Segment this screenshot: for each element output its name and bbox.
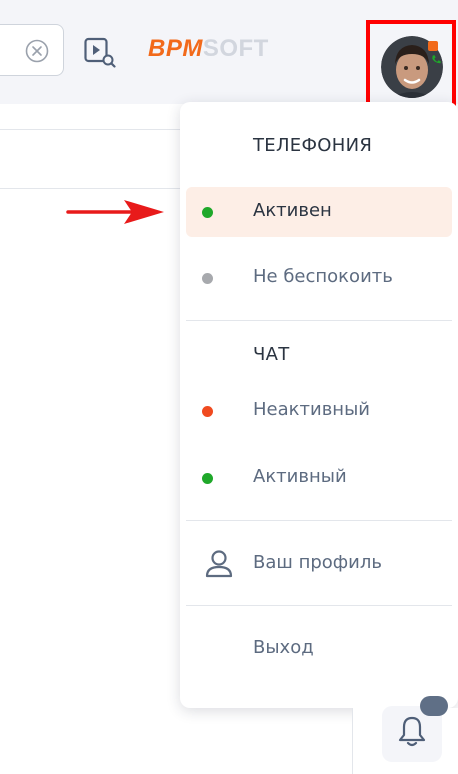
menu-item-label: Ваш профиль	[253, 552, 382, 573]
menu-divider	[186, 605, 452, 606]
menu-item-label: Активен	[253, 200, 332, 221]
telephony-status-do-not-disturb[interactable]: Не беспокоить	[186, 253, 452, 303]
pointer-arrow-icon	[66, 200, 164, 224]
logo-secondary: SOFT	[202, 35, 269, 62]
status-dot-icon	[202, 406, 213, 417]
status-dot-icon	[202, 473, 213, 484]
chat-section-title: ЧАТ	[253, 344, 290, 365]
logout-menu-item[interactable]: Выход	[186, 624, 452, 674]
menu-divider	[186, 320, 452, 321]
menu-item-label: Неактивный	[253, 399, 370, 420]
menu-divider	[186, 520, 452, 521]
status-dot-icon	[202, 273, 213, 284]
telephony-status-active[interactable]: Активен	[186, 187, 452, 237]
user-icon	[205, 550, 233, 578]
profile-menu-item[interactable]: Ваш профиль	[186, 539, 452, 589]
bell-icon[interactable]	[396, 714, 428, 748]
logo-primary: BPM	[148, 35, 203, 62]
video-search-icon[interactable]	[84, 36, 116, 68]
app-logo[interactable]: BPM SOFT	[148, 34, 269, 64]
list-divider	[0, 129, 186, 130]
menu-item-label: Выход	[253, 637, 314, 658]
telephony-section-title: ТЕЛЕФОНИЯ	[253, 135, 373, 156]
clear-circle-icon[interactable]	[25, 39, 49, 63]
menu-item-label: Активный	[253, 466, 347, 487]
list-divider	[0, 188, 186, 189]
chat-status-active[interactable]: Активный	[186, 453, 452, 503]
user-status-menu: ТЕЛЕФОНИЯ Активен Не беспокоить ЧАТ Неак…	[180, 102, 458, 708]
status-dot-icon	[202, 207, 213, 218]
phone-icon	[432, 55, 441, 64]
chat-status-inactive[interactable]: Неактивный	[186, 386, 452, 436]
notification-badge-icon	[428, 41, 438, 51]
notification-count-badge	[420, 696, 448, 716]
menu-item-label: Не беспокоить	[253, 266, 393, 287]
